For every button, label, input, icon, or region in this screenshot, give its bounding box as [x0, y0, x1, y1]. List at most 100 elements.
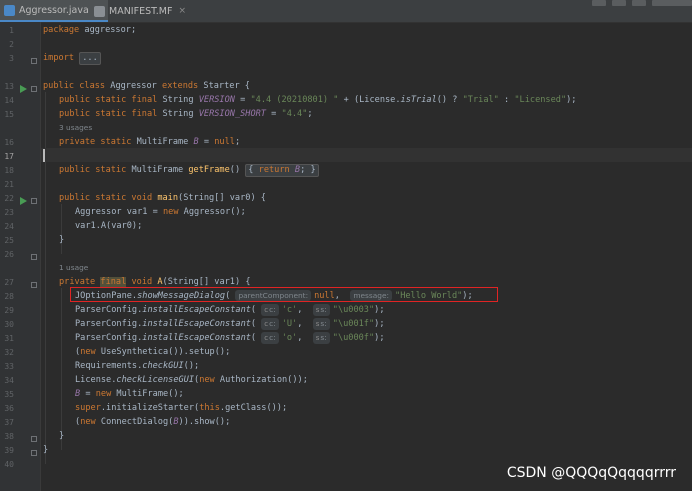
tab-manifest-mf[interactable]: MANIFEST.MF × [90, 0, 192, 22]
code-editor[interactable]: package aggressor; import ... public cla… [41, 22, 692, 491]
char-param-icon: c [264, 306, 269, 314]
line-number: 29 [4, 306, 14, 315]
fold-icon[interactable] [31, 254, 37, 260]
constant: VERSION [198, 95, 235, 105]
usage-hint[interactable]: 3 usages [59, 123, 92, 132]
line-number: 22 [4, 194, 14, 203]
fold-icon[interactable] [31, 86, 37, 92]
indent-guide [61, 288, 62, 450]
line-number: 26 [4, 250, 14, 259]
keyword: new [199, 375, 215, 385]
line-number: 27 [4, 278, 14, 287]
string-literal: 'c' [281, 305, 298, 315]
code-text: Aggressor [105, 81, 163, 91]
line-number: 18 [4, 166, 14, 175]
run-main-icon[interactable] [20, 197, 27, 205]
code-text: )).show(); [178, 417, 231, 427]
line-number: 32 [4, 348, 14, 357]
line-number-gutter: 1 2 3 13 14 15 16 17 18 21 22 23 24 25 2… [0, 22, 41, 491]
line-number: 21 [4, 180, 14, 189]
fold-icon[interactable] [31, 58, 37, 64]
code-line: public static void main(String[] var0) { [59, 191, 266, 205]
hint-label: c: [269, 305, 276, 314]
hint-label: s: [320, 305, 327, 314]
parameter-hint: ss: [312, 332, 330, 344]
hint-label: c: [269, 333, 276, 342]
static-method: isTrial [400, 95, 437, 105]
code-line: } [59, 431, 65, 441]
code-text: ); [566, 95, 577, 105]
hint-label: s: [320, 319, 327, 328]
code-text: = [80, 389, 96, 399]
toolbar-button-icon[interactable] [612, 0, 626, 6]
static-method: installEscapeConstant [142, 305, 251, 315]
line-number: 30 [4, 320, 14, 329]
code-text: ; [234, 137, 241, 147]
string-param-icon: s [315, 334, 320, 342]
fold-icon[interactable] [31, 198, 37, 204]
string-literal: "\u000f" [332, 333, 375, 343]
folded-method-body[interactable]: { return B; } [245, 164, 319, 177]
line-number: 24 [4, 222, 14, 231]
toolbar-button-icon[interactable] [632, 0, 646, 6]
method-name: main [152, 193, 179, 203]
close-icon[interactable]: × [178, 6, 186, 16]
code-text: ParserConfig. [75, 333, 143, 343]
parameter-hint: cc: [261, 304, 279, 316]
csdn-watermark: CSDN @QQQqQqqqqrrrr [506, 465, 676, 481]
code-line: public static final String VERSION_SHORT… [59, 107, 313, 121]
usage-hint[interactable]: 1 usage [59, 263, 88, 272]
string-literal: "Licensed" [514, 95, 567, 105]
fold-icon[interactable] [31, 450, 37, 456]
line-number: 2 [9, 40, 14, 49]
code-line: public static MultiFrame getFrame() { re… [59, 163, 319, 177]
code-text: Aggressor(); [178, 207, 246, 217]
toolbar-right [586, 0, 692, 8]
line-number: 15 [4, 110, 14, 119]
code-text: : [498, 95, 515, 105]
line-number: 14 [4, 96, 14, 105]
method-name: getFrame [188, 165, 230, 175]
code-line: var1.A(var0); [75, 221, 143, 231]
keyword: return [258, 165, 290, 175]
code-text: ParserConfig. [75, 305, 143, 315]
code-line: } [43, 445, 49, 455]
line-number: 13 [4, 82, 14, 91]
code-line: ParserConfig.installEscapeConstant( cc: '… [75, 332, 385, 344]
code-text: = [234, 95, 251, 105]
run-config-selector[interactable] [652, 0, 692, 6]
line-number: 17 [4, 152, 14, 161]
string-literal: "4.4" [281, 109, 308, 119]
line-number: 40 [4, 460, 14, 469]
keyword: null [214, 137, 235, 147]
line-number: 38 [4, 432, 14, 441]
string-param-icon: s [315, 320, 320, 328]
code-text: UseSynthetica()).setup(); [95, 347, 231, 357]
constant: VERSION_SHORT [198, 109, 266, 119]
parameter-hint: cc: [261, 332, 279, 344]
folded-imports[interactable]: ... [79, 52, 101, 65]
string-literal: "\u001f" [332, 319, 375, 329]
run-class-icon[interactable] [20, 85, 27, 93]
hint-label: c: [269, 319, 276, 328]
line-number: 39 [4, 446, 14, 455]
code-text: .initializeStarter( [100, 403, 200, 413]
string-param-icon: s [315, 306, 320, 314]
code-text: Requirements. [75, 361, 143, 371]
tab-label: Aggressor.java [19, 4, 89, 16]
keyword: super [75, 403, 101, 413]
code-line: Aggressor var1 = new Aggressor(); [75, 205, 246, 219]
string-literal: "4.4 (20210801) " [250, 95, 339, 105]
code-text: String [157, 95, 199, 105]
parameter-hint: ss: [312, 304, 330, 316]
toolbar-button-icon[interactable] [592, 0, 606, 6]
code-text: ; [307, 109, 313, 119]
string-literal: "Trial" [462, 95, 499, 105]
line-number: 31 [4, 334, 14, 343]
java-class-icon [4, 4, 15, 16]
string-literal: 'o' [281, 333, 298, 343]
fold-icon[interactable] [31, 282, 37, 288]
code-text: (String[] var1) { [162, 277, 251, 287]
code-text: () ? [436, 95, 463, 105]
fold-icon[interactable] [31, 436, 37, 442]
